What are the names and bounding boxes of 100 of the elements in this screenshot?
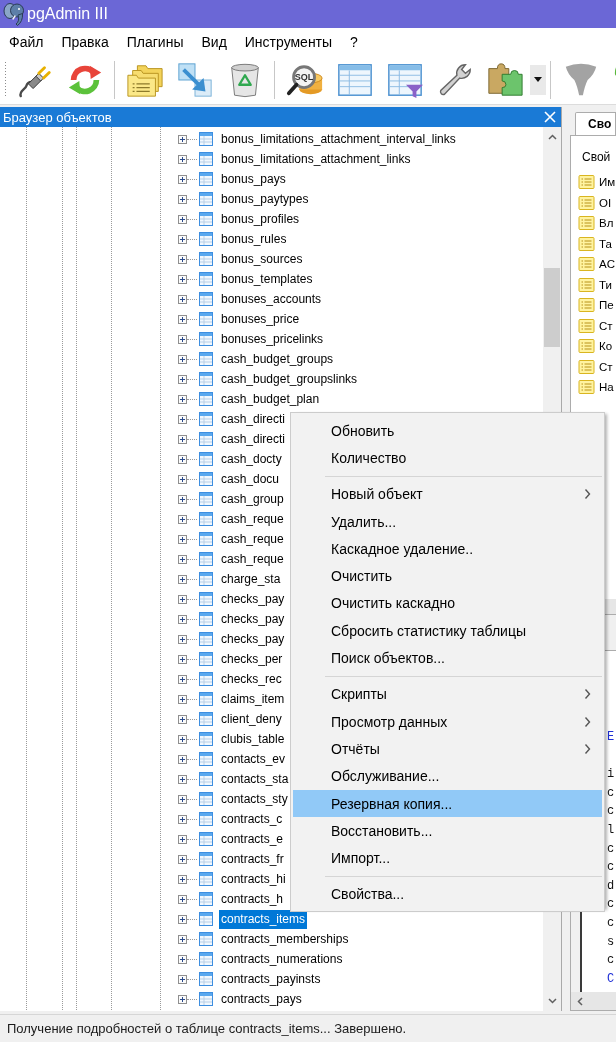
menu-item[interactable]: Поиск объектов... [293, 644, 602, 672]
property-name[interactable]: Ст [599, 360, 613, 373]
property-name[interactable]: OI [599, 196, 612, 209]
expand-icon[interactable] [178, 154, 187, 164]
scrollbar-thumb[interactable] [544, 268, 560, 347]
tree-item[interactable]: client_deny [221, 712, 282, 726]
menu-item[interactable]: Удалить... [293, 507, 602, 536]
expand-icon[interactable] [178, 694, 187, 704]
tree-item[interactable]: bonus_templates [221, 272, 313, 286]
menu-item[interactable]: Просмотр данных [293, 707, 602, 736]
expand-icon[interactable] [178, 754, 187, 764]
tree-item[interactable]: cash_directi [221, 432, 286, 446]
expand-icon[interactable] [178, 774, 187, 784]
tab[interactable]: Сво [575, 112, 616, 135]
expand-icon[interactable] [178, 834, 187, 844]
expand-icon[interactable] [178, 974, 187, 984]
expand-icon[interactable] [178, 654, 187, 664]
tree-item[interactable]: cash_reque [221, 532, 284, 546]
tree-item[interactable]: cash_reque [221, 512, 284, 526]
tree-item[interactable]: cash_docty [221, 452, 282, 466]
property-name[interactable]: Ко [599, 340, 613, 353]
tree-item[interactable]: bonus_profiles [221, 212, 300, 226]
tree-item[interactable]: claims_item [221, 692, 285, 706]
tree-item[interactable]: cash_group [221, 492, 284, 506]
tree-item[interactable]: cash_budget_groups [221, 352, 334, 366]
expand-icon[interactable] [178, 554, 187, 564]
tree-item[interactable]: checks_pay [221, 592, 285, 606]
tree-item[interactable]: cash_docu [221, 472, 280, 486]
expand-icon[interactable] [178, 354, 187, 364]
tree-item[interactable]: contracts_payinsts [221, 972, 321, 986]
expand-icon[interactable] [178, 934, 187, 944]
dropdown-button[interactable] [530, 64, 546, 95]
menu-item[interactable]: Отчёты [293, 735, 602, 763]
property-name[interactable]: Пе [599, 299, 614, 312]
tree-item[interactable]: cash_directi [221, 412, 286, 426]
tree-item[interactable]: checks_per [221, 652, 283, 666]
menu-item[interactable]: Обслуживание... [293, 762, 602, 790]
tree-item[interactable]: checks_pay [221, 632, 285, 646]
property-name[interactable]: На [599, 381, 614, 394]
tree-item[interactable]: checks_rec [221, 672, 282, 686]
menu-bar-item[interactable]: Файл [0, 28, 53, 55]
tree-item[interactable]: bonuses_price [221, 312, 300, 326]
expand-icon[interactable] [178, 794, 187, 804]
tree-item[interactable]: cash_budget_groupslinks [221, 372, 358, 386]
expand-icon[interactable] [178, 234, 187, 244]
tree-item[interactable]: contracts_c [221, 812, 283, 826]
menu-bar-item[interactable]: Инструменты [235, 28, 342, 55]
expand-icon[interactable] [178, 334, 187, 344]
menu-bar-item[interactable]: Плагины [117, 28, 193, 55]
menu-bar-item[interactable]: Правка [52, 28, 118, 55]
close-icon[interactable] [544, 111, 556, 123]
tree-item[interactable]: contracts_numerations [221, 952, 343, 966]
expand-icon[interactable] [178, 534, 187, 544]
menu-bar-item[interactable]: Вид [192, 28, 236, 55]
menu-item[interactable]: Свойства... [293, 880, 602, 909]
menu-item[interactable]: Скрипты [293, 680, 602, 708]
property-name[interactable]: Та [599, 237, 612, 250]
tree-item[interactable]: bonuses_accounts [221, 292, 322, 306]
expand-icon[interactable] [178, 674, 187, 684]
expand-icon[interactable] [178, 994, 187, 1004]
expand-icon[interactable] [178, 374, 187, 384]
expand-icon[interactable] [178, 434, 187, 444]
tree-item[interactable]: contacts_sty [221, 792, 288, 806]
expand-icon[interactable] [178, 734, 187, 744]
menu-item[interactable]: Очистить [293, 562, 602, 590]
tree-item[interactable]: contracts_hi [221, 872, 286, 886]
tree-item[interactable]: bonus_limitations_attachment_links [221, 152, 411, 166]
tree-item[interactable]: contacts_sta [221, 772, 289, 786]
expand-icon[interactable] [178, 514, 187, 524]
expand-icon[interactable] [178, 814, 187, 824]
expand-icon[interactable] [178, 314, 187, 324]
expand-icon[interactable] [178, 394, 187, 404]
expand-icon[interactable] [178, 454, 187, 464]
tree-item[interactable]: bonus_limitations_attachment_interval_links [221, 132, 456, 146]
tree-item[interactable]: cash_budget_plan [221, 392, 320, 406]
tree-item[interactable]: cash_reque [221, 552, 284, 566]
expand-icon[interactable] [178, 134, 187, 144]
tree-item[interactable]: contracts_h [221, 892, 284, 906]
expand-icon[interactable] [178, 214, 187, 224]
tree-item[interactable]: bonus_rules [221, 232, 287, 246]
tree-item[interactable]: contracts_items [219, 909, 308, 929]
expand-icon[interactable] [178, 414, 187, 424]
expand-icon[interactable] [178, 874, 187, 884]
property-name[interactable]: Им [599, 176, 616, 189]
expand-icon[interactable] [178, 294, 187, 304]
property-name[interactable]: Ти [599, 278, 612, 291]
expand-icon[interactable] [178, 634, 187, 644]
expand-icon[interactable] [178, 174, 187, 184]
tree-item[interactable]: bonus_paytypes [221, 192, 309, 206]
expand-icon[interactable] [178, 254, 187, 264]
tree-item[interactable]: bonuses_pricelinks [221, 332, 324, 346]
expand-icon[interactable] [178, 494, 187, 504]
menu-item[interactable]: Сбросить статистику таблицы [293, 617, 602, 645]
tree-item[interactable]: checks_pay [221, 612, 285, 626]
expand-icon[interactable] [178, 474, 187, 484]
tree-item[interactable]: clubis_table [221, 732, 285, 746]
tree-item[interactable]: bonus_sources [221, 252, 303, 266]
expand-icon[interactable] [178, 614, 187, 624]
tree-item[interactable]: contracts_fr [221, 852, 284, 866]
tree-item[interactable]: contracts_memberships [221, 932, 349, 946]
